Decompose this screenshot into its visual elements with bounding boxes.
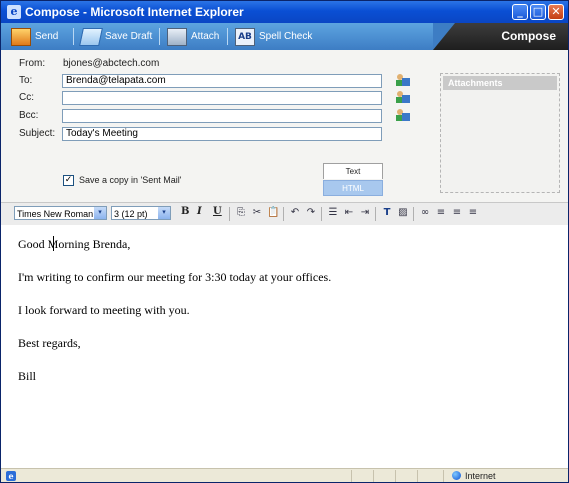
chevron-down-icon[interactable]: ▾	[158, 207, 170, 219]
body-line: I look forward to meeting with you.	[18, 303, 190, 317]
font-size-value: 3 (12 pt)	[114, 209, 148, 219]
toolbar-divider	[413, 207, 414, 221]
spell-check-button[interactable]: AB Spell Check	[235, 26, 312, 47]
paste-icon[interactable]: 📋	[267, 207, 279, 219]
title-bar[interactable]: e Compose - Microsoft Internet Explorer …	[1, 1, 568, 23]
toolbar-divider	[283, 207, 284, 221]
message-header-form: From: bjones@abctech.com To: Cc: Bcc: Su…	[1, 50, 568, 202]
message-body-editor[interactable]: Good Morning Brenda, I'm writing to conf…	[1, 225, 568, 468]
formatting-toolbar: Times New Roman ▾ 3 (12 pt) ▾ B I U ⎘ ✂ …	[1, 202, 568, 226]
link-icon[interactable]: ∞	[419, 207, 431, 219]
bcc-label: Bcc:	[19, 110, 39, 121]
underline-button[interactable]: U	[213, 206, 222, 221]
page-status-icon: e	[6, 471, 16, 481]
internet-explorer-icon: e	[7, 5, 21, 19]
undo-icon[interactable]: ↶	[289, 207, 301, 219]
from-label: From:	[19, 58, 46, 69]
to-field[interactable]	[62, 74, 382, 88]
text-cursor	[53, 236, 54, 251]
toolbar-divider	[375, 207, 376, 221]
compose-section-tab: Compose	[433, 23, 568, 50]
toolbar-divider	[321, 207, 322, 221]
status-divider	[443, 470, 444, 482]
send-envelope-icon	[11, 27, 31, 46]
status-bar: e Internet	[1, 468, 568, 482]
align-center-icon[interactable]: ≡	[451, 207, 463, 219]
attachments-panel: Attachments	[440, 73, 560, 193]
send-label: Send	[35, 31, 59, 42]
text-color-icon[interactable]: T	[381, 207, 393, 219]
browser-window: e Compose - Microsoft Internet Explorer …	[0, 0, 569, 483]
numbered-list-icon[interactable]: ☰	[327, 207, 339, 219]
body-line-signature: Bill	[18, 369, 37, 383]
status-divider	[351, 470, 352, 482]
outdent-icon[interactable]: ⇤	[343, 207, 355, 219]
save-copy-checkbox[interactable]: ✓	[63, 175, 74, 186]
address-book-bcc-icon[interactable]	[396, 109, 410, 121]
body-line: I'm writing to confirm our meeting for 3…	[18, 270, 332, 284]
bold-button[interactable]: B	[181, 206, 189, 221]
toolbar-divider	[229, 207, 230, 221]
subject-label: Subject:	[19, 128, 56, 139]
tab-notch	[433, 23, 455, 50]
address-book-to-icon[interactable]	[396, 74, 410, 86]
cc-label: Cc:	[19, 92, 34, 103]
text-format-tab[interactable]: Text	[323, 163, 383, 179]
indent-icon[interactable]: ⇥	[359, 207, 371, 219]
font-size-select[interactable]: 3 (12 pt) ▾	[111, 206, 171, 220]
paperclip-icon	[167, 27, 187, 46]
to-label: To:	[19, 75, 33, 86]
font-family-value: Times New Roman	[17, 209, 94, 219]
maximize-button[interactable]: □	[530, 4, 546, 20]
copy-icon[interactable]: ⎘	[235, 207, 247, 219]
toolbar-divider	[227, 28, 228, 45]
highlight-icon[interactable]: ▨	[397, 207, 409, 219]
spell-check-label: Spell Check	[259, 31, 313, 42]
window-title: Compose - Microsoft Internet Explorer	[25, 5, 244, 19]
body-line-closing: Best regards,	[18, 336, 81, 350]
minimize-button[interactable]: _	[512, 4, 528, 20]
cut-icon[interactable]: ✂	[251, 207, 263, 219]
from-address: bjones@abctech.com	[63, 58, 160, 69]
save-draft-label: Save Draft	[105, 31, 153, 42]
status-divider	[373, 470, 374, 482]
align-left-icon[interactable]: ≡	[435, 207, 447, 219]
attach-button[interactable]: Attach	[167, 26, 219, 47]
redo-icon[interactable]: ↷	[305, 207, 317, 219]
bcc-field[interactable]	[62, 109, 382, 123]
font-family-select[interactable]: Times New Roman ▾	[14, 206, 107, 220]
cc-field[interactable]	[62, 91, 382, 105]
attach-label: Attach	[191, 31, 220, 42]
send-button[interactable]: Send	[11, 26, 58, 47]
subject-field[interactable]	[62, 127, 382, 141]
toolbar-divider	[73, 28, 74, 45]
save-copy-label: Save a copy in 'Sent Mail'	[79, 175, 182, 185]
save-draft-button[interactable]: Save Draft	[79, 26, 153, 47]
compose-section-title: Compose	[501, 29, 556, 43]
body-line-greeting: Good Morning Brenda,	[18, 237, 131, 251]
security-zone-label: Internet	[465, 471, 496, 481]
save-draft-icon	[79, 27, 103, 46]
spell-check-icon: AB	[235, 27, 255, 46]
attachments-header: Attachments	[443, 76, 557, 90]
align-right-icon[interactable]: ≡	[467, 207, 479, 219]
chevron-down-icon[interactable]: ▾	[94, 207, 106, 219]
italic-button[interactable]: I	[197, 206, 202, 221]
toolbar-divider	[159, 28, 160, 45]
close-button[interactable]: ✕	[548, 4, 564, 20]
status-divider	[417, 470, 418, 482]
status-divider	[395, 470, 396, 482]
address-book-cc-icon[interactable]	[396, 91, 410, 103]
html-format-tab[interactable]: HTML	[323, 180, 383, 196]
internet-zone-globe-icon	[452, 471, 461, 480]
